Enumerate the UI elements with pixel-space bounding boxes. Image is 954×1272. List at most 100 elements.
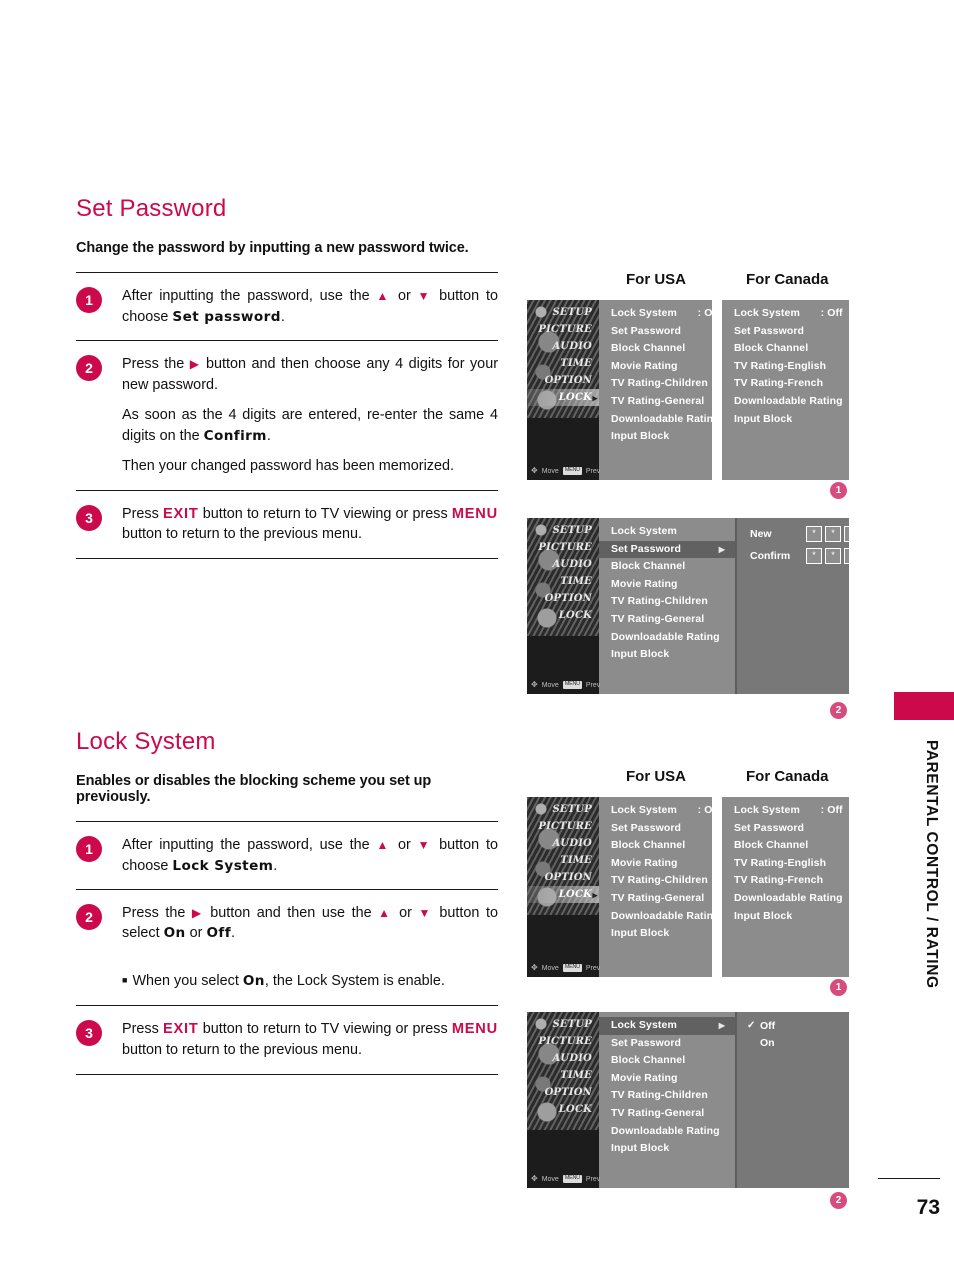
osd-menu-row[interactable]: Downloadable Rating	[599, 1123, 735, 1141]
osd-menu-row[interactable]: Downloadable Rating	[599, 411, 712, 429]
rail-item-setup[interactable]: SETUP	[527, 1016, 599, 1033]
osd-menu-label: Lock System	[611, 804, 677, 816]
password-digit-box[interactable]: *	[844, 526, 849, 542]
osd-menu-row[interactable]: Lock System: Off	[722, 305, 849, 323]
osd-menu-row[interactable]: Input Block	[599, 646, 735, 664]
osd-menu-row[interactable]: Set Password	[722, 820, 849, 838]
rail-item-time[interactable]: TIME	[527, 355, 599, 372]
rail-item-list: SETUP PICTURE AUDIO TIME OPTION LOCK	[527, 518, 599, 624]
osd-menu-row[interactable]: TV Rating-English	[722, 855, 849, 873]
osd-menu-row[interactable]: Movie Rating	[599, 855, 712, 873]
osd-menu-row[interactable]: Input Block	[722, 411, 849, 429]
step-1-lock-system: 1 After inputting the password, use the …	[76, 822, 498, 889]
osd-menu-row[interactable]: Set Password	[599, 323, 712, 341]
rail-item-time[interactable]: TIME	[527, 573, 599, 590]
rail-item-picture[interactable]: PICTURE	[527, 818, 599, 835]
osd-menu-row[interactable]: Input Block	[599, 428, 712, 446]
password-digit-box[interactable]: *	[825, 526, 841, 542]
osd-menu-row[interactable]: TV Rating-General	[599, 611, 735, 629]
osd-menu-row[interactable]: TV Rating-Children	[599, 872, 712, 890]
rail-item-label: SETUP	[552, 1019, 592, 1030]
rail-item-lock[interactable]: LOCK	[527, 1101, 599, 1118]
rail-item-setup[interactable]: SETUP	[527, 522, 599, 539]
osd-menu-row[interactable]: Input Block	[599, 925, 712, 943]
lock-option-on[interactable]: On	[737, 1035, 849, 1053]
osd-menu-row[interactable]: Downloadable Rating	[722, 393, 849, 411]
rail-item-option[interactable]: OPTION	[527, 372, 599, 389]
osd-menu-row[interactable]: TV Rating-French	[722, 375, 849, 393]
osd-menu-row[interactable]: Block Channel	[599, 837, 712, 855]
osd-menu-row[interactable]: Block Channel	[599, 1052, 735, 1070]
osd-menu-row[interactable]: Movie Rating	[599, 1070, 735, 1088]
osd-menu-row[interactable]: TV Rating-Children	[599, 593, 735, 611]
osd-menu-row[interactable]: Block Channel	[599, 558, 735, 576]
password-confirm-digits[interactable]: ****	[806, 548, 849, 564]
osd-menu-label: Lock System	[611, 525, 677, 537]
osd-menu-row[interactable]: Input Block	[722, 908, 849, 926]
rail-item-lock[interactable]: LOCK ▶	[527, 886, 599, 903]
password-digit-box[interactable]: *	[844, 548, 849, 564]
osd-menu-row[interactable]: Lock System ▶	[599, 1017, 735, 1035]
menu-key-label: MENU	[451, 1021, 498, 1038]
osd-menu-row[interactable]: TV Rating-General	[599, 1105, 735, 1123]
dpad-icon: ✥	[531, 680, 538, 689]
osd-menu-row[interactable]: Lock System: Off	[599, 305, 712, 323]
osd-menu-row[interactable]: Lock System: Off	[722, 802, 849, 820]
osd-menu-row[interactable]: TV Rating-English	[722, 358, 849, 376]
rail-item-picture[interactable]: PICTURE	[527, 539, 599, 556]
rail-item-picture[interactable]: PICTURE	[527, 1033, 599, 1050]
osd-menu-row[interactable]: Set Password	[599, 820, 712, 838]
rail-item-time[interactable]: TIME	[527, 1067, 599, 1084]
osd-menu-row[interactable]: Movie Rating	[599, 358, 712, 376]
rail-item-option[interactable]: OPTION	[527, 590, 599, 607]
osd-menu-row[interactable]: Downloadable Rating	[599, 908, 712, 926]
osd-menu-row[interactable]: Downloadable Rating	[599, 629, 735, 647]
password-digit-box[interactable]: *	[806, 548, 822, 564]
osd-menu-row[interactable]: Block Channel	[599, 340, 712, 358]
password-new-digits[interactable]: ****	[806, 526, 849, 542]
square-bullet-icon: ■	[122, 974, 128, 985]
step-1-set-password: 1 After inputting the password, use the …	[76, 273, 498, 340]
osd-menu-row[interactable]: TV Rating-General	[599, 393, 712, 411]
lock-option-off[interactable]: ✓ Off	[737, 1017, 849, 1035]
rail-item-time[interactable]: TIME	[527, 852, 599, 869]
password-digit-box[interactable]: *	[825, 548, 841, 564]
osd-menu-row[interactable]: Lock System	[599, 523, 735, 541]
osd-menu-row[interactable]: TV Rating-Children	[599, 375, 712, 393]
osd-menu-label: Downloadable Rating	[611, 909, 712, 922]
osd-menu-row[interactable]: TV Rating-Children	[599, 1087, 735, 1105]
chevron-right-icon: ▶	[592, 393, 598, 402]
password-new-label: New	[750, 528, 772, 540]
rail-item-audio[interactable]: AUDIO	[527, 1050, 599, 1067]
rail-item-audio[interactable]: AUDIO	[527, 338, 599, 355]
step-text: Press the ▶ button and then use the ▲ or…	[122, 903, 498, 944]
rail-item-lock[interactable]: LOCK ▶	[527, 389, 599, 406]
osd-category-rail: SETUP PICTURE AUDIO TIME OPTION LOCK ✥ Move M…	[527, 518, 600, 694]
rail-item-option[interactable]: OPTION	[527, 1084, 599, 1101]
rail-item-lock[interactable]: LOCK	[527, 607, 599, 624]
osd-menu-row[interactable]: Block Channel	[722, 837, 849, 855]
rail-item-audio[interactable]: AUDIO	[527, 556, 599, 573]
rail-item-setup[interactable]: SETUP	[527, 304, 599, 321]
osd-menu-row[interactable]: Lock System: Off	[599, 802, 712, 820]
osd-menu-row[interactable]: Set Password	[722, 323, 849, 341]
password-digit-box[interactable]: *	[806, 526, 822, 542]
footer-prev-label: Prev	[585, 1175, 601, 1183]
rail-item-picture[interactable]: PICTURE	[527, 321, 599, 338]
menu-term: Confirm	[203, 427, 267, 444]
rail-item-label: SETUP	[552, 307, 592, 318]
osd-menu-label: Downloadable Rating	[611, 1124, 720, 1137]
osd-menu-row[interactable]: TV Rating-General	[599, 890, 712, 908]
osd-menu-row[interactable]: Set Password ▶	[599, 540, 735, 559]
osd-menu-row[interactable]: Downloadable Rating	[722, 890, 849, 908]
rail-item-setup[interactable]: SETUP	[527, 801, 599, 818]
rail-item-option[interactable]: OPTION	[527, 869, 599, 886]
osd-menu-label: Input Block	[611, 927, 670, 940]
step-number-badge: 2	[76, 355, 102, 382]
osd-menu-row[interactable]: TV Rating-French	[722, 872, 849, 890]
rail-item-audio[interactable]: AUDIO	[527, 835, 599, 852]
osd-menu-row[interactable]: Input Block	[599, 1140, 735, 1158]
osd-menu-row[interactable]: Movie Rating	[599, 576, 735, 594]
osd-menu-row[interactable]: Block Channel	[722, 340, 849, 358]
osd-menu-row[interactable]: Set Password	[599, 1035, 735, 1053]
